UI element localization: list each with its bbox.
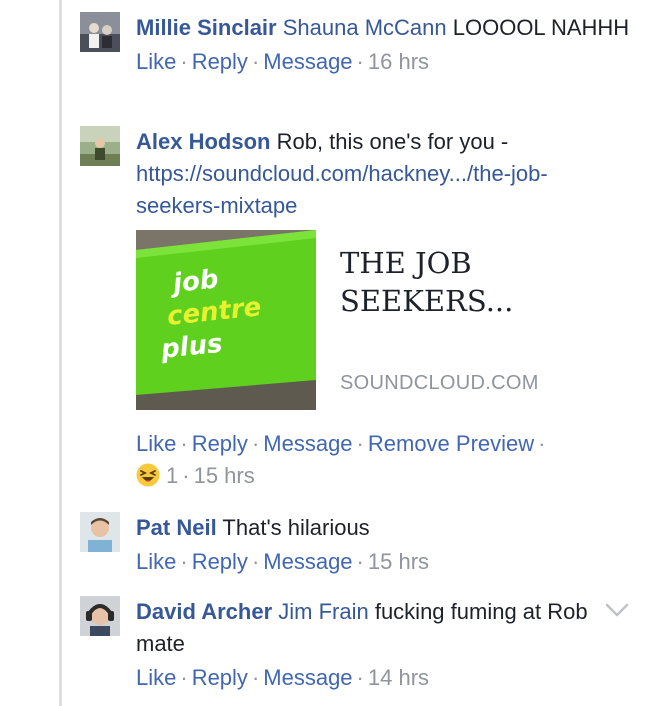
separator: · [356, 549, 364, 574]
mention-link[interactable]: Jim Frain [278, 599, 368, 624]
like-button[interactable]: Like [136, 549, 176, 574]
reply-button[interactable]: Reply [192, 431, 248, 456]
comment-text: Alex Hodson Rob, this one's for you - ht… [136, 126, 630, 222]
avatar-photo [80, 12, 120, 52]
timestamp[interactable]: 16 hrs [368, 49, 429, 74]
separator: · [356, 49, 364, 74]
separator: · [180, 431, 188, 456]
reaction-count[interactable]: 1 [166, 463, 178, 488]
separator: · [182, 463, 190, 488]
like-button[interactable]: Like [136, 665, 176, 690]
jobcentre-sign-image: job centre plus [136, 230, 316, 410]
comment-message: LOOOOL NAHHH [452, 15, 630, 40]
like-button[interactable]: Like [136, 431, 176, 456]
separator: · [180, 665, 188, 690]
author-name[interactable]: David Archer [136, 599, 272, 624]
comment-text: David Archer Jim Frain fucking fuming at… [136, 596, 630, 660]
message-button[interactable]: Message [263, 665, 352, 690]
author-name[interactable]: Alex Hodson [136, 129, 270, 154]
avatar-photo [80, 512, 120, 552]
avatar[interactable] [80, 596, 120, 636]
preview-title[interactable]: THE JOB SEEKERS... [340, 244, 600, 320]
link-preview-card[interactable]: job centre plus THE JOB SEEKERS... SOUND… [136, 230, 650, 410]
comment-actions: Like · Reply · Message · 15 hrs [136, 546, 630, 578]
like-button[interactable]: Like [136, 49, 176, 74]
message-button[interactable]: Message [263, 431, 352, 456]
avatar-photo [80, 126, 120, 166]
separator: · [251, 431, 260, 456]
preview-domain: SOUNDCLOUD.COM [340, 372, 539, 394]
timestamp[interactable]: 15 hrs [194, 463, 255, 488]
separator: · [356, 665, 364, 690]
comment-message: Rob, this one's for you - [276, 129, 509, 154]
timestamp[interactable]: 14 hrs [368, 665, 429, 690]
comment-text: Millie Sinclair Shauna McCann LOOOOL NAH… [136, 12, 630, 44]
separator: · [251, 549, 260, 574]
avatar[interactable] [80, 12, 120, 52]
reply-button[interactable]: Reply [192, 49, 248, 74]
avatar-photo [80, 596, 120, 636]
comment-actions: Like · Reply · Message · Remove Preview · [136, 428, 630, 460]
comment-actions: Like · Reply · Message · 16 hrs [136, 46, 630, 78]
separator: · [180, 49, 188, 74]
separator: · [251, 49, 260, 74]
comment-actions: Like · Reply · Message · 14 hrs [136, 662, 630, 694]
comment-text: Pat Neil That's hilarious [136, 512, 630, 544]
separator: · [251, 665, 260, 690]
sign-text-job: job [168, 264, 220, 299]
timestamp[interactable]: 15 hrs [368, 549, 429, 574]
remove-preview-button[interactable]: Remove Preview [368, 431, 534, 456]
avatar[interactable] [80, 126, 120, 166]
preview-thumbnail[interactable]: job centre plus [136, 230, 316, 410]
reply-button[interactable]: Reply [192, 665, 248, 690]
reaction-row: 1 · 15 hrs [136, 460, 630, 492]
author-name[interactable]: Pat Neil [136, 515, 217, 540]
message-button[interactable]: Message [263, 549, 352, 574]
mention-link[interactable]: Shauna McCann [283, 15, 447, 40]
separator: · [356, 431, 364, 456]
separator: · [180, 549, 188, 574]
reactions[interactable]: 1 [136, 463, 178, 488]
message-button[interactable]: Message [263, 49, 352, 74]
comment-message: That's hilarious [222, 515, 370, 540]
thread-rail [59, 0, 62, 706]
avatar[interactable] [80, 512, 120, 552]
separator: · [538, 431, 546, 456]
chevron-down-icon[interactable] [604, 600, 630, 620]
shared-link[interactable]: https://soundcloud.com/hackney.../the-jo… [136, 161, 548, 218]
author-name[interactable]: Millie Sinclair [136, 15, 277, 40]
laughing-emoji-icon [136, 463, 160, 487]
reply-button[interactable]: Reply [192, 549, 248, 574]
